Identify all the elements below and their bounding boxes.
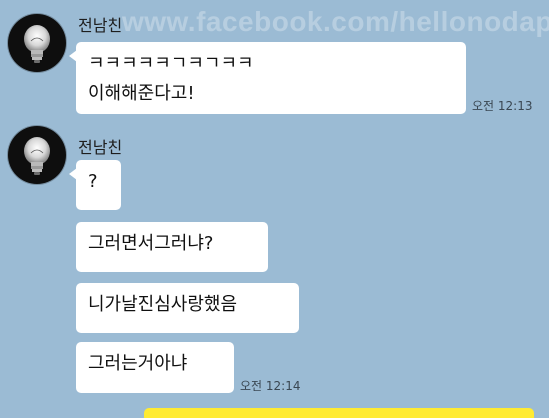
lightbulb-icon	[24, 137, 50, 175]
message-text-line: 그러면서그러냐?	[88, 233, 214, 254]
message-text-line: 이해해준다고!	[88, 83, 195, 104]
lightbulb-icon	[24, 25, 50, 63]
sent-message-bubble[interactable]	[144, 408, 534, 418]
sender-avatar[interactable]	[8, 126, 66, 184]
sender-avatar[interactable]	[8, 14, 66, 72]
watermark-text: www.facebook.com/hellonodap	[122, 6, 549, 37]
message-text-line: 그러는거아냐	[88, 353, 188, 374]
sender-name: 전남친	[78, 16, 123, 35]
message-bubble[interactable]: 니가날진심사랑했음	[76, 283, 299, 333]
message-bubble[interactable]: 그러면서그러냐?	[76, 222, 268, 272]
message-timestamp: 오전 12:13	[472, 99, 533, 113]
message-text-line: ㅋㅋㅋㅋㅋㄱㅋㄱㅋㅋ	[88, 53, 254, 74]
message-bubble[interactable]: ?	[69, 160, 121, 210]
message-timestamp: 오전 12:14	[240, 379, 301, 393]
sender-name: 전남친	[78, 138, 123, 157]
message-bubble[interactable]: 그러는거아냐	[76, 342, 234, 393]
message-bubble[interactable]: ㅋㅋㅋㅋㅋㄱㅋㄱㅋㅋ 이해해준다고!	[69, 42, 466, 114]
message-text-line: 니가날진심사랑했음	[88, 294, 238, 315]
message-text-line: ?	[88, 171, 98, 192]
